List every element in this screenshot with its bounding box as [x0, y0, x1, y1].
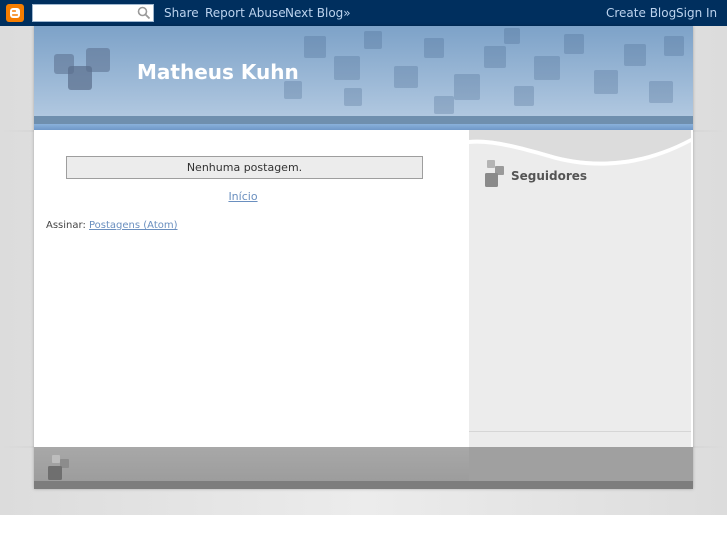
- next-blog-link[interactable]: Next Blog»: [285, 6, 351, 20]
- search-icon[interactable]: [137, 6, 151, 20]
- home-link[interactable]: Início: [34, 190, 452, 203]
- blog-container: Matheus Kuhn Nenhuma postagem. Início As…: [34, 26, 693, 489]
- feed-label: Assinar:: [46, 220, 86, 231]
- blog-search-input[interactable]: [32, 4, 154, 22]
- sidebar: Seguidores: [469, 130, 691, 447]
- share-link[interactable]: Share: [164, 6, 199, 20]
- status-message: Nenhuma postagem.: [66, 156, 423, 179]
- sign-in-link[interactable]: Sign In: [676, 6, 717, 20]
- footer-squares-icon: [48, 455, 69, 480]
- report-abuse-link[interactable]: Report Abuse: [205, 6, 286, 20]
- squares-widget-icon: [485, 160, 504, 187]
- followers-widget-title: Seguidores: [511, 169, 588, 183]
- create-blog-link[interactable]: Create Blog: [606, 6, 676, 20]
- main-column: Nenhuma postagem. Início Assinar: Postag…: [34, 130, 469, 447]
- blogger-navbar: Share Report Abuse Next Blog» Create Blo…: [0, 0, 727, 26]
- blog-footer: [34, 447, 693, 489]
- feed-subscription: Assinar: Postagens (Atom): [46, 220, 178, 231]
- blogger-logo-icon[interactable]: [6, 4, 24, 22]
- blog-header: Matheus Kuhn: [34, 26, 693, 124]
- blog-title[interactable]: Matheus Kuhn: [137, 60, 299, 84]
- search-field[interactable]: [33, 5, 133, 21]
- atom-feed-link[interactable]: Postagens (Atom): [89, 220, 178, 231]
